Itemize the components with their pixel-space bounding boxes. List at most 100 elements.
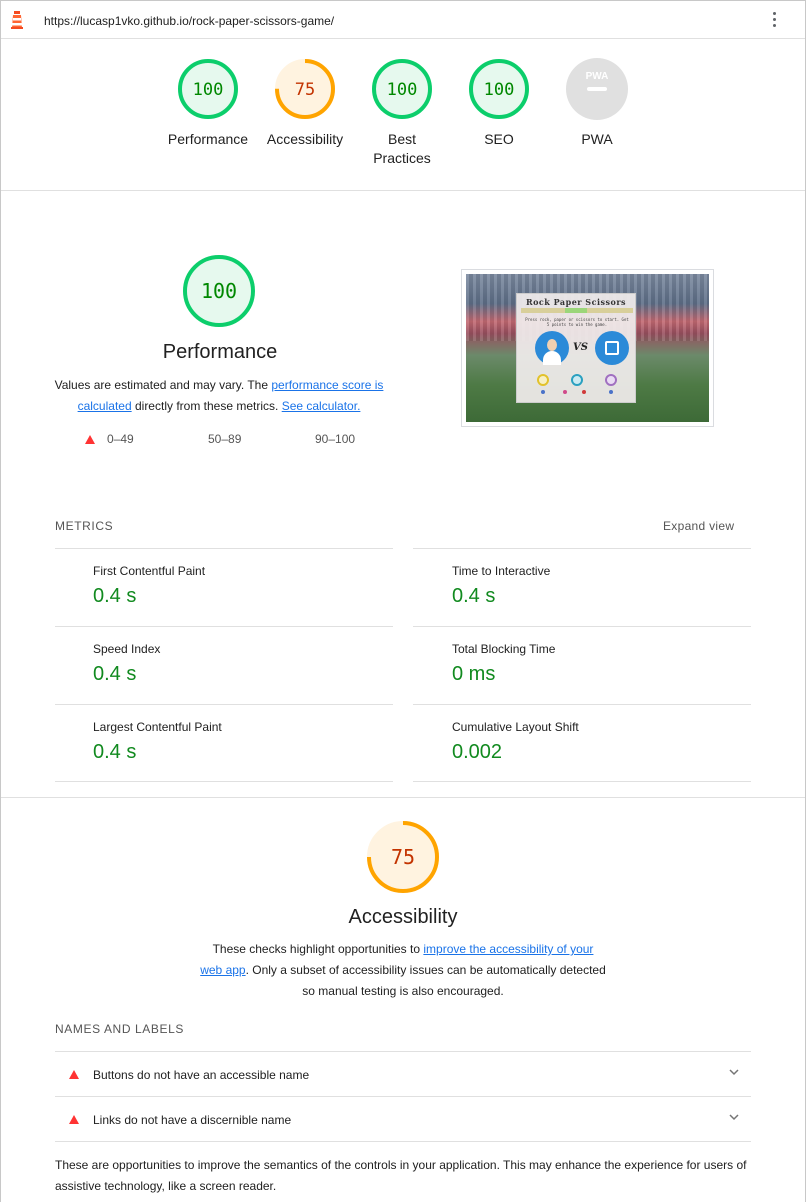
gauge-label: SEO: [484, 131, 514, 147]
chevron-down-icon[interactable]: [728, 1111, 740, 1123]
paper-button-icon: [571, 374, 583, 386]
audit-title: Buttons do not have an accessible name: [93, 1068, 310, 1082]
desc-text: Values are estimated and may vary. The: [54, 378, 272, 392]
report-url[interactable]: https://lucasp1vko.github.io/rock-paper-…: [44, 14, 334, 28]
see-calculator-link[interactable]: See calculator.: [282, 399, 361, 413]
desc-text: directly from these metrics.: [131, 399, 282, 413]
chevron-down-icon[interactable]: [728, 1066, 740, 1078]
game-card: Rock Paper Scissors Press rock, paper or…: [516, 293, 636, 403]
audit-link-name[interactable]: Links do not have a discernible name: [55, 1097, 751, 1142]
gauge-ring: 75: [275, 59, 335, 119]
performance-score: 100: [201, 279, 237, 303]
metric-label: Time to Interactive: [452, 564, 551, 578]
legend-label: 90–100: [315, 432, 356, 446]
scissors-button-icon: [605, 374, 617, 386]
fail-triangle-icon: [85, 434, 95, 444]
performance-title: Performance: [162, 341, 278, 363]
desc-text: . Only a subset of accessibility issues …: [245, 963, 606, 998]
accessibility-score: 75: [391, 845, 415, 869]
names-and-labels-heading: NAMES AND LABELS: [55, 1022, 184, 1036]
score-summary: 100 Performance 75 Accessibility 100 Bes…: [1, 40, 805, 191]
legend-pass: 90–100: [315, 432, 355, 446]
metric-value: 0.4 s: [93, 585, 137, 607]
game-instructions: Press rock, paper or scissors to start. …: [525, 317, 629, 327]
indicator-dot: [563, 390, 567, 394]
legend-fail: 0–49: [85, 432, 134, 446]
final-screenshot[interactable]: Rock Paper Scissors Press rock, paper or…: [461, 269, 714, 427]
metric-value: 0.4 s: [452, 585, 496, 607]
metric-value: 0 ms: [452, 663, 496, 685]
performance-description: Values are estimated and may vary. The p…: [52, 375, 386, 417]
metric-value: 0.4 s: [93, 663, 137, 685]
metric-cls: Cumulative Layout Shift 0.002: [452, 720, 579, 764]
gauge-ring: 100: [372, 59, 432, 119]
gauge-label: Best Practices: [373, 131, 431, 166]
metric-divider: [55, 548, 393, 549]
gauge-accessibility[interactable]: 75 Accessibility: [260, 58, 350, 149]
metric-divider: [55, 626, 393, 627]
legend-label: 0–49: [107, 432, 134, 446]
metrics-heading: METRICS: [55, 519, 114, 533]
metric-divider: [55, 781, 393, 782]
score-bar: [521, 308, 633, 313]
game-title: Rock Paper Scissors: [525, 297, 627, 307]
pwa-badge-text: PWA: [586, 71, 609, 82]
metric-speed-index: Speed Index 0.4 s: [93, 642, 160, 686]
performance-gauge: 100: [183, 255, 255, 327]
more-options-icon[interactable]: [770, 12, 778, 30]
gauge-performance[interactable]: 100 Performance: [163, 58, 253, 149]
computer-chip-icon: [595, 331, 629, 365]
gauge-label: PWA: [581, 131, 613, 147]
player-avatar-icon: [535, 331, 569, 365]
indicator-dot: [582, 390, 586, 394]
gauge-label: Performance: [167, 131, 249, 147]
expand-view-toggle[interactable]: Expand view: [663, 519, 734, 533]
metric-tbt: Total Blocking Time 0 ms: [452, 642, 555, 686]
metric-divider: [413, 704, 751, 705]
metric-value: 0.002: [452, 741, 503, 763]
legend-average: 50–89: [208, 432, 241, 446]
gauge-score: 100: [484, 80, 515, 100]
gauge-score: 100: [193, 80, 224, 100]
legend-label: 50–89: [208, 432, 242, 446]
gauge-ring: 100: [178, 59, 238, 119]
metric-tti: Time to Interactive 0.4 s: [452, 564, 550, 608]
desc-text: These checks highlight opportunities to: [212, 942, 424, 956]
gauge-ring: 100: [469, 59, 529, 119]
vs-label: VS: [573, 342, 588, 353]
indicator-dot: [541, 390, 545, 394]
pwa-icon: PWA: [566, 58, 628, 120]
metric-label: Largest Contentful Paint: [93, 720, 222, 734]
metric-label: Cumulative Layout Shift: [452, 720, 579, 734]
gauge-best-practices[interactable]: 100 Best Practices: [357, 58, 447, 168]
metric-fcp: First Contentful Paint 0.4 s: [93, 564, 205, 608]
screenshot-image: Rock Paper Scissors Press rock, paper or…: [466, 274, 709, 422]
metric-label: First Contentful Paint: [93, 564, 206, 578]
metric-divider: [55, 704, 393, 705]
fail-triangle-icon: [69, 1115, 79, 1124]
audit-button-name[interactable]: Buttons do not have an accessible name: [55, 1052, 751, 1097]
rock-button-icon: [537, 374, 549, 386]
gauge-label: Accessibility: [266, 131, 344, 147]
top-bar: https://lucasp1vko.github.io/rock-paper-…: [1, 1, 805, 39]
metric-label: Speed Index: [93, 642, 161, 656]
section-divider: [1, 797, 805, 798]
audit-title: Links do not have a discernible name: [93, 1113, 292, 1127]
metric-divider: [413, 548, 751, 549]
gauge-score: 75: [295, 80, 315, 100]
metric-label: Total Blocking Time: [452, 642, 556, 656]
lighthouse-icon: [11, 11, 23, 29]
metric-value: 0.4 s: [93, 741, 137, 763]
gauge-pwa[interactable]: PWA PWA: [552, 58, 642, 149]
gauge-seo[interactable]: 100 SEO: [454, 58, 544, 149]
metric-divider: [413, 781, 751, 782]
group-description: These are opportunities to improve the s…: [55, 1158, 747, 1193]
accessibility-gauge: 75: [367, 821, 439, 893]
audit-divider: [55, 1141, 751, 1142]
indicator-dot: [609, 390, 613, 394]
accessibility-description: These checks highlight opportunities to …: [200, 939, 606, 1002]
metric-divider: [413, 626, 751, 627]
gauge-score: 100: [387, 80, 418, 100]
fail-triangle-icon: [69, 1070, 79, 1079]
accessibility-title: Accessibility: [348, 906, 458, 928]
